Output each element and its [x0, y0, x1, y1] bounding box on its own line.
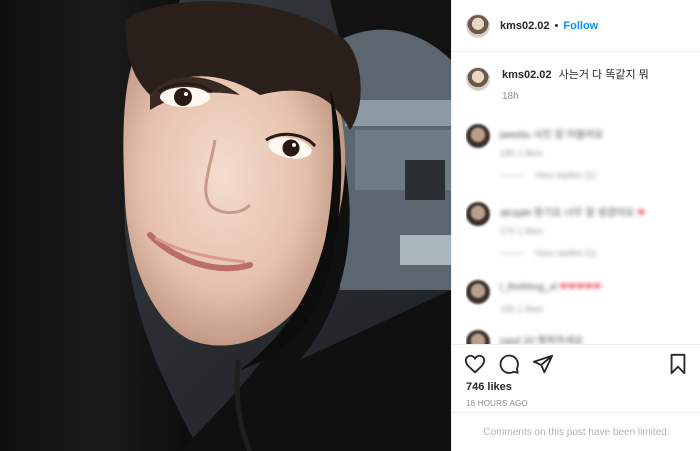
heart-emoji-icon: ❤❤❤❤❤: [559, 282, 602, 293]
caption-username[interactable]: kms02.02: [502, 69, 552, 81]
selfie-image: [0, 0, 451, 451]
comments-list[interactable]: jweeliu 사진 잘 어울려요 18h 1 likes View repli…: [466, 118, 691, 344]
list-item: jupyl 20 행복하세요: [466, 324, 691, 344]
view-replies-label: View replies (1): [534, 248, 596, 258]
heart-icon[interactable]: [464, 353, 486, 375]
likes-count[interactable]: 746 likes: [466, 381, 512, 393]
commenter-avatar[interactable]: [466, 124, 490, 148]
follow-button[interactable]: Follow: [563, 20, 598, 32]
comment-meta: 18h 1 likes: [500, 148, 544, 158]
caption-text: 사는거 다 똑같지 뭐: [558, 69, 649, 81]
commenter-avatar[interactable]: [466, 330, 490, 344]
view-replies-link[interactable]: View replies (1): [500, 170, 596, 180]
comment-text: l_thnhhng_xl ❤❤❤❤❤: [500, 282, 601, 293]
list-item: alcspkt 항기요 너무 잘 생겼어요 ❤ 17h 1 likes View…: [466, 196, 691, 274]
caption: kms02.02 사는거 다 똑같지 뭐 18h: [466, 67, 691, 105]
post-header: kms02.02 • Follow: [452, 0, 700, 52]
caption-time: 18h: [502, 91, 519, 102]
commenter-avatar[interactable]: [466, 280, 490, 304]
view-replies-label: View replies (1): [534, 170, 596, 180]
comment-text-body: alcspkt 항기요 너무 잘 생겼어요: [500, 208, 635, 219]
post-timestamp: 18 HOURS AGO: [466, 399, 528, 408]
post-photo[interactable]: [0, 0, 451, 451]
comment-text: jweeliu 사진 잘 어울려요: [500, 130, 604, 141]
post-actions: 746 likes 18 HOURS AGO: [452, 344, 700, 412]
comment-text-body: l_thnhhng_xl: [500, 282, 557, 293]
comment-text: alcspkt 항기요 너무 잘 생겼어요 ❤: [500, 204, 645, 219]
comment-meta: 16h 1 likes: [500, 304, 544, 314]
bookmark-icon[interactable]: [667, 353, 689, 375]
replies-divider: [500, 174, 524, 176]
view-replies-link[interactable]: View replies (1): [500, 248, 596, 258]
commenter-avatar[interactable]: [466, 202, 490, 226]
comments-limited-notice: Comments on this post have been limited.: [452, 412, 700, 451]
avatar[interactable]: [466, 13, 490, 38]
comment-text: jupyl 20 행복하세요: [500, 336, 584, 344]
list-item: l_thnhhng_xl ❤❤❤❤❤ 16h 1 likes: [466, 274, 691, 324]
share-icon[interactable]: [532, 353, 554, 375]
comment-meta: 17h 1 likes: [500, 226, 544, 236]
post-side-panel: kms02.02 • Follow kms02.02 사는거 다 똑같지 뭐 1…: [451, 0, 700, 451]
heart-emoji-icon: ❤: [637, 208, 646, 219]
replies-divider: [500, 252, 524, 254]
action-icons: [464, 353, 554, 375]
separator-dot: •: [554, 19, 559, 32]
caption-body: kms02.02 사는거 다 똑같지 뭐 18h: [502, 67, 649, 105]
caption-avatar[interactable]: [466, 67, 490, 91]
list-item: jweeliu 사진 잘 어울려요 18h 1 likes View repli…: [466, 118, 691, 196]
username-link[interactable]: kms02.02: [500, 20, 550, 32]
comment-icon[interactable]: [498, 353, 520, 375]
